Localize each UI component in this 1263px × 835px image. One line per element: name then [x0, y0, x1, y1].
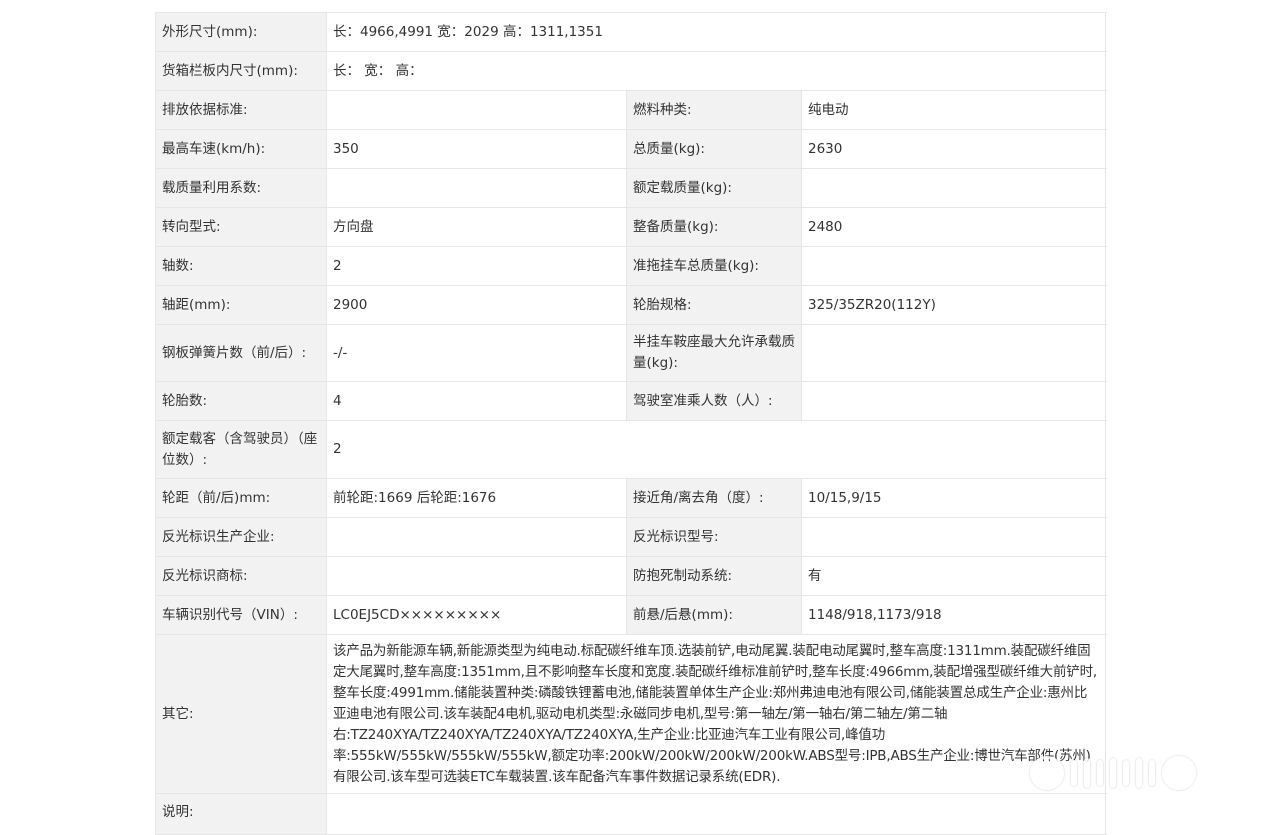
- field-value: [327, 91, 627, 129]
- field-label: 轮胎规格:: [627, 286, 802, 324]
- field-label: 燃料种类:: [627, 91, 802, 129]
- field-value: 方向盘: [327, 208, 627, 246]
- watermark-bar-icon: [1149, 760, 1155, 786]
- watermark-circle-icon: [1162, 756, 1196, 790]
- watermark-circle-icon: [1030, 756, 1064, 790]
- table-row: 外形尺寸(mm): 长：4966,4991 宽：2029 高：1311,1351: [156, 13, 1107, 52]
- field-value: 1148/918,1173/918: [802, 596, 1106, 634]
- field-label: 货箱栏板内尺寸(mm):: [156, 52, 327, 90]
- field-value: 4: [327, 382, 627, 420]
- field-value: 长： 宽： 高：: [327, 52, 1106, 90]
- field-label: 接近角/离去角（度）:: [627, 479, 802, 517]
- field-label: 驾驶室准乘人数（人）:: [627, 382, 802, 420]
- watermark-bar-icon: [1110, 758, 1116, 788]
- field-label: 总质量(kg):: [627, 130, 802, 168]
- table-row: 最高车速(km/h): 350 总质量(kg): 2630: [156, 130, 1107, 169]
- field-value: 长：4966,4991 宽：2029 高：1311,1351: [327, 13, 1106, 51]
- field-value: [802, 247, 1106, 285]
- table-row: 转向型式: 方向盘 整备质量(kg): 2480: [156, 208, 1107, 247]
- watermark-bar-icon: [1071, 760, 1077, 786]
- field-value: 2900: [327, 286, 627, 324]
- vehicle-spec-table: 外形尺寸(mm): 长：4966,4991 宽：2029 高：1311,1351…: [155, 12, 1107, 835]
- table-row: 额定载客（含驾驶员）（座位数）: 2: [156, 421, 1107, 479]
- field-label: 整备质量(kg):: [627, 208, 802, 246]
- watermark-bar-icon: [1136, 758, 1142, 788]
- field-value: 2630: [802, 130, 1106, 168]
- field-label: 外形尺寸(mm):: [156, 13, 327, 51]
- field-label: 前悬/后悬(mm):: [627, 596, 802, 634]
- watermark-bar-icon: [1123, 760, 1129, 786]
- field-value: 2: [327, 421, 1106, 478]
- field-label: 最高车速(km/h):: [156, 130, 327, 168]
- table-row: 轮距（前/后)mm: 前轮距:1669 后轮距:1676 接近角/离去角（度）:…: [156, 479, 1107, 518]
- field-value: [327, 169, 627, 207]
- watermark-bar-icon: [1097, 760, 1103, 786]
- field-value: 有: [802, 557, 1106, 595]
- field-label: 轴距(mm):: [156, 286, 327, 324]
- table-row: 车辆识别代号（VIN）: LC0EJ5CD××××××××× 前悬/后悬(mm)…: [156, 596, 1107, 635]
- field-label: 准拖挂车总质量(kg):: [627, 247, 802, 285]
- field-label: 排放依据标准:: [156, 91, 327, 129]
- note-value: [327, 794, 1106, 834]
- field-value: [327, 518, 627, 556]
- field-value: [327, 557, 627, 595]
- field-label: 轴数:: [156, 247, 327, 285]
- field-value: [802, 518, 1106, 556]
- field-label: 半挂车鞍座最大允许承载质量(kg):: [627, 325, 802, 381]
- field-value: [802, 169, 1106, 207]
- table-row: 轮胎数: 4 驾驶室准乘人数（人）:: [156, 382, 1107, 421]
- field-label: 轮距（前/后)mm:: [156, 479, 327, 517]
- watermark-bar-icon: [1084, 758, 1090, 788]
- field-value: 2: [327, 247, 627, 285]
- note-label: 说明:: [156, 794, 327, 834]
- table-row: 反光标识商标: 防抱死制动系统: 有: [156, 557, 1107, 596]
- other-label: 其它:: [156, 635, 327, 793]
- table-row: 轴数: 2 准拖挂车总质量(kg):: [156, 247, 1107, 286]
- table-row: 反光标识生产企业: 反光标识型号:: [156, 518, 1107, 557]
- watermark-logo: [1030, 755, 1255, 791]
- field-label: 反光标识生产企业:: [156, 518, 327, 556]
- field-label: 反光标识商标:: [156, 557, 327, 595]
- field-value: [802, 382, 1106, 420]
- field-value: [802, 325, 1106, 381]
- field-label: 车辆识别代号（VIN）:: [156, 596, 327, 634]
- field-value: 前轮距:1669 后轮距:1676: [327, 479, 627, 517]
- table-row: 排放依据标准: 燃料种类: 纯电动: [156, 91, 1107, 130]
- table-row: 货箱栏板内尺寸(mm): 长： 宽： 高：: [156, 52, 1107, 91]
- field-label: 载质量利用系数:: [156, 169, 327, 207]
- field-value: 10/15,9/15: [802, 479, 1106, 517]
- field-label: 反光标识型号:: [627, 518, 802, 556]
- field-label: 额定载质量(kg):: [627, 169, 802, 207]
- field-value: 325/35ZR20(112Y): [802, 286, 1106, 324]
- other-description: 该产品为新能源车辆,新能源类型为纯电动.标配碳纤维车顶.选装前铲,电动尾翼.装配…: [327, 635, 1106, 793]
- table-row-other: 其它: 该产品为新能源车辆,新能源类型为纯电动.标配碳纤维车顶.选装前铲,电动尾…: [156, 635, 1107, 794]
- field-value: 2480: [802, 208, 1106, 246]
- field-label: 转向型式:: [156, 208, 327, 246]
- field-label: 防抱死制动系统:: [627, 557, 802, 595]
- field-value: 纯电动: [802, 91, 1106, 129]
- field-value: -/-: [327, 325, 627, 381]
- table-row: 轴距(mm): 2900 轮胎规格: 325/35ZR20(112Y): [156, 286, 1107, 325]
- table-row: 钢板弹簧片数（前/后）: -/- 半挂车鞍座最大允许承载质量(kg):: [156, 325, 1107, 382]
- field-label: 额定载客（含驾驶员）（座位数）:: [156, 421, 327, 478]
- field-label: 轮胎数:: [156, 382, 327, 420]
- table-row-note: 说明:: [156, 794, 1107, 835]
- table-row: 载质量利用系数: 额定载质量(kg):: [156, 169, 1107, 208]
- field-value: LC0EJ5CD×××××××××: [327, 596, 627, 634]
- field-label: 钢板弹簧片数（前/后）:: [156, 325, 327, 381]
- field-value: 350: [327, 130, 627, 168]
